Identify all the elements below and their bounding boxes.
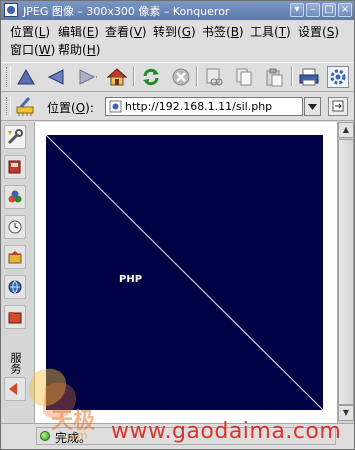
sidebar-home-folder-button[interactable] <box>4 245 26 269</box>
location-toolbar: 位置(O): http://192.168.1.11/sil.php <box>1 93 354 121</box>
wrench-icon <box>7 129 23 145</box>
main-toolbar <box>1 62 354 92</box>
bookmark-book-icon <box>8 160 21 174</box>
window-menu-button[interactable]: ▾ <box>290 3 304 17</box>
go-icon <box>332 100 344 112</box>
clear-location-icon[interactable] <box>14 95 38 117</box>
toolbar-separator <box>291 67 293 87</box>
paste-icon[interactable] <box>262 66 286 88</box>
scroll-thumb[interactable] <box>338 139 354 405</box>
forward-icon[interactable] <box>76 66 100 88</box>
url-input[interactable]: http://192.168.1.11/sil.php <box>105 97 303 116</box>
menu-bookmarks[interactable]: 书签(B) <box>202 24 244 40</box>
sidebar-root-folder-button[interactable] <box>4 305 26 329</box>
history-clock-icon <box>8 220 22 234</box>
chevron-down-icon <box>308 103 317 110</box>
watermark-site-text: www.gaodaima.com <box>111 419 342 444</box>
sidebar-network-button[interactable] <box>4 275 26 299</box>
page-favicon-icon <box>109 100 122 113</box>
kde-gear-icon[interactable] <box>327 66 349 88</box>
up-arrow-icon[interactable] <box>14 66 38 88</box>
toolbar-separator <box>196 67 198 87</box>
sidebar-config-button[interactable] <box>4 125 26 149</box>
konqueror-window: JPEG 图像 – 300x300 像素 – Konqueror ▾ – □ ×… <box>0 0 355 450</box>
close-button[interactable]: × <box>338 3 352 17</box>
copy-icon[interactable] <box>232 66 256 88</box>
home-folder-icon <box>8 251 22 264</box>
menu-edit[interactable]: 编辑(E) <box>58 24 99 40</box>
watermark-small-text: com <box>64 429 88 442</box>
menu-help[interactable]: 帮助(H) <box>58 42 100 58</box>
menu-window[interactable]: 窗口(W) <box>10 42 55 58</box>
menu-tools[interactable]: 工具(T) <box>250 24 291 40</box>
location-grip[interactable] <box>6 97 11 115</box>
menu-settings[interactable]: 设置(S) <box>298 24 339 40</box>
konqueror-app-icon[interactable] <box>4 3 18 17</box>
menu-bar: 位置(L) 编辑(E) 查看(V) 转到(G) 书签(B) 工具(T) 设置(S… <box>1 21 354 61</box>
balls-icon <box>8 190 22 203</box>
toolbar-separator <box>133 67 135 87</box>
sidebar-history-button[interactable] <box>4 215 26 239</box>
title-bar[interactable]: JPEG 图像 – 300x300 像素 – Konqueror ▾ – □ × <box>1 1 354 20</box>
maximize-button[interactable]: □ <box>322 3 336 17</box>
reload-icon[interactable] <box>139 66 163 88</box>
sidebar-bookmarks-button[interactable] <box>4 155 26 179</box>
sidebar-devices-button[interactable] <box>4 185 26 209</box>
globe-icon <box>8 280 22 294</box>
print-icon[interactable] <box>297 66 321 88</box>
image-php-text: PHP <box>119 274 143 285</box>
window-title: JPEG 图像 – 300x300 像素 – Konqueror <box>23 5 230 18</box>
menu-go[interactable]: 转到(G) <box>153 24 196 40</box>
menu-view[interactable]: 查看(V) <box>105 24 147 40</box>
toolbar-grip[interactable] <box>6 67 11 87</box>
url-text: http://192.168.1.11/sil.php <box>125 100 273 113</box>
url-go-button[interactable] <box>328 97 348 116</box>
home-icon[interactable] <box>105 66 129 88</box>
back-icon[interactable] <box>44 66 68 88</box>
menu-location[interactable]: 位置(L) <box>10 24 50 40</box>
scroll-up-arrow-icon[interactable]: ▲ <box>338 122 354 138</box>
location-label: 位置(O): <box>47 101 94 115</box>
red-folder-icon <box>8 312 22 324</box>
stop-icon[interactable] <box>169 66 193 88</box>
url-dropdown-button[interactable] <box>304 97 321 116</box>
cut-icon[interactable] <box>202 66 226 88</box>
vertical-scrollbar[interactable]: ▲ ▼ <box>337 122 354 423</box>
minimize-button[interactable]: – <box>306 3 320 17</box>
